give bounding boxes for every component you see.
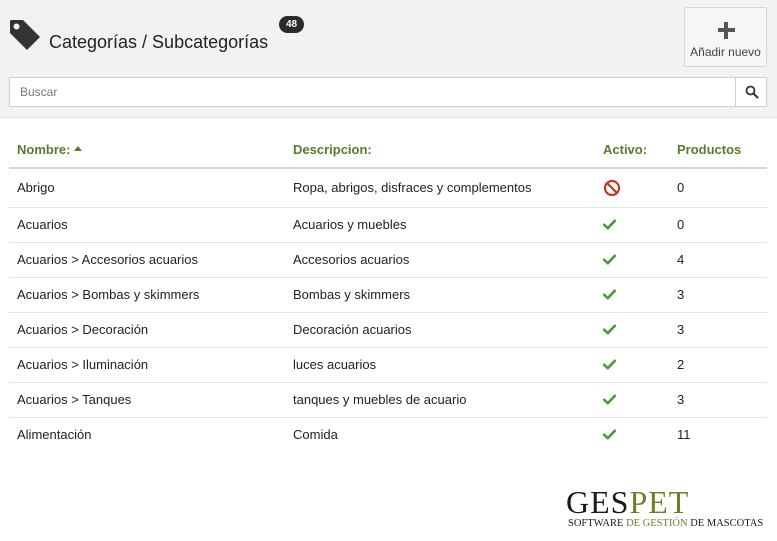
category-name-cell: Acuarios > Iluminación <box>9 347 285 383</box>
table-row[interactable]: Acuarios > Decoración Decoración acuarios… <box>9 312 767 348</box>
logo-tag-part1: SOFTWARE <box>568 518 627 529</box>
category-products-cell: 2 <box>669 347 767 383</box>
column-header-description[interactable]: Descripcion: <box>285 131 595 169</box>
category-active-cell <box>595 168 669 208</box>
count-badge: 48 <box>279 16 304 33</box>
check-icon <box>603 394 616 405</box>
category-products-cell: 3 <box>669 277 767 313</box>
column-header-name-label: Nombre: <box>17 141 71 157</box>
tag-icon <box>10 20 40 50</box>
category-name-cell: Acuarios <box>9 207 285 243</box>
table-header-row: Nombre: Descripcion: Activo: Productos <box>9 131 767 169</box>
category-products-cell: 3 <box>669 312 767 348</box>
page-title: Categorías / Subcategorías <box>49 32 269 52</box>
gespet-logo: GESPET SOFTWARE DE GESTIÓN DE MASCOTAS <box>566 486 776 536</box>
logo-tagline: SOFTWARE DE GESTIÓN DE MASCOTAS <box>568 518 763 529</box>
category-active-cell <box>595 382 669 418</box>
category-description-cell: Accesorios acuarios <box>285 242 595 278</box>
add-new-label: Añadir nuevo <box>690 45 761 59</box>
category-name-cell: Abrigo <box>9 168 285 208</box>
category-products-cell: 4 <box>669 242 767 278</box>
logo-word-part2: PET <box>629 484 690 520</box>
table-row[interactable]: Abrigo Ropa, abrigos, disfraces y complem… <box>9 168 767 208</box>
category-description-cell: Acuarios y muebles <box>285 207 595 243</box>
category-name-cell: Alimentación <box>17 427 92 443</box>
category-active-cell <box>595 347 669 383</box>
table-row[interactable]: Acuarios > Iluminación luces acuarios 2 <box>9 347 767 383</box>
column-header-products[interactable]: Productos <box>669 131 767 169</box>
logo-tag-part2: DE GESTIÓN <box>626 518 691 529</box>
category-description-cell: Decoración acuarios <box>285 312 595 348</box>
category-description-cell: luces acuarios <box>285 347 595 383</box>
logo-word-part1: GES <box>566 484 630 520</box>
category-active-cell <box>595 207 669 243</box>
table-row[interactable]: Alimentación Comida 11 <box>9 417 767 452</box>
table-row[interactable]: Acuarios > Bombas y skimmers Bombas y ski… <box>9 277 767 313</box>
table-row[interactable]: Acuarios > Accesorios acuarios Accesorios… <box>9 242 767 278</box>
logo-tag-part3: DE MASCOTAS <box>690 518 764 529</box>
category-description-cell: Ropa, abrigos, disfraces y complementos <box>285 168 595 208</box>
search-input[interactable] <box>9 77 735 107</box>
category-description-cell: tanques y muebles de acuario <box>285 382 595 418</box>
column-header-name[interactable]: Nombre: <box>9 131 285 169</box>
check-icon <box>603 359 616 370</box>
ban-icon <box>603 179 621 196</box>
search-icon <box>745 85 759 99</box>
category-products-cell: 0 <box>669 168 767 208</box>
check-icon <box>603 254 616 265</box>
category-active-cell <box>595 417 669 452</box>
category-name-cell: Acuarios > Tanques <box>9 382 285 418</box>
sort-asc-icon <box>74 145 83 151</box>
table-row[interactable]: Acuarios Acuarios y muebles 0 <box>9 207 767 243</box>
column-header-active[interactable]: Activo: <box>595 131 669 169</box>
category-active-cell <box>595 242 669 278</box>
category-description-cell: Bombas y skimmers <box>285 277 595 313</box>
table-row[interactable]: Acuarios > Tanques tanques y muebles de a… <box>9 382 767 418</box>
check-icon <box>603 289 616 300</box>
category-active-cell <box>595 312 669 348</box>
category-products-cell: 11 <box>677 427 691 443</box>
category-products-cell: 3 <box>669 382 767 418</box>
search-button[interactable] <box>735 77 767 107</box>
category-active-cell <box>595 277 669 313</box>
check-icon <box>603 324 616 335</box>
check-icon <box>603 429 616 440</box>
check-icon <box>603 219 616 230</box>
category-name-cell: Acuarios > Accesorios acuarios <box>9 242 285 278</box>
plus-icon <box>718 22 735 39</box>
category-products-cell: 0 <box>669 207 767 243</box>
logo-wordmark: GESPET <box>566 486 689 518</box>
category-name-cell: Acuarios > Bombas y skimmers <box>9 277 285 313</box>
add-new-button[interactable]: Añadir nuevo <box>684 7 767 67</box>
categories-table: Nombre: Descripcion: Activo: Productos A… <box>9 131 767 452</box>
category-description-cell: Comida <box>293 427 338 443</box>
category-name-cell: Acuarios > Decoración <box>9 312 285 348</box>
search-bar <box>9 77 767 107</box>
